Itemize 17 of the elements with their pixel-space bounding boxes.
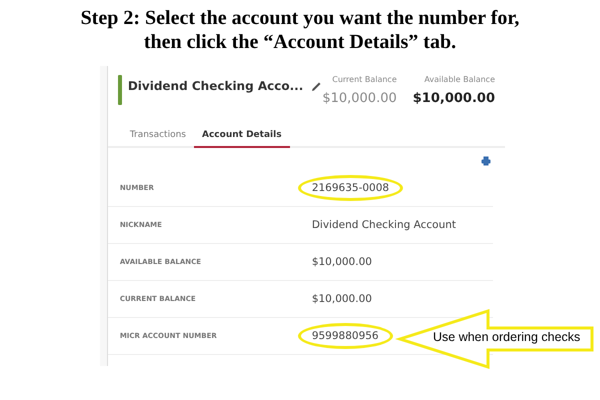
field-value: Dividend Checking Account (312, 219, 456, 231)
field-value: 2169635-0008 (312, 182, 390, 194)
balance-value: $10,000.00 (412, 91, 495, 106)
tab[interactable]: Account Details (194, 130, 290, 148)
tab[interactable]: Transactions (122, 130, 194, 148)
field-value: 9599880956 (312, 330, 379, 342)
balance-label: Available Balance (424, 75, 495, 84)
balance-label: Current Balance (332, 75, 397, 84)
print-icon[interactable] (481, 156, 491, 166)
instruction-heading: then click the “Account Details” tab. (144, 30, 456, 54)
callout-text: Use when ordering checks (433, 330, 580, 344)
edit-icon[interactable] (311, 81, 322, 92)
instruction-heading: Step 2: Select the account you want the number for, (80, 6, 520, 30)
balance-value: $10,000.00 (322, 91, 397, 106)
field-value: $10,000.00 (312, 293, 372, 305)
account-name: Dividend Checking Acco... (128, 79, 304, 95)
field-value: $10,000.00 (312, 256, 372, 268)
